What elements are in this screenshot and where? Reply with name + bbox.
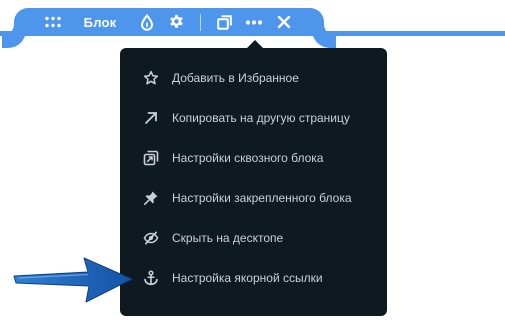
grid-dots-icon[interactable] — [42, 10, 64, 34]
anchor-icon — [143, 270, 159, 286]
block-settings-button[interactable]: Блок — [80, 10, 120, 34]
block-more-menu: Добавить в Избранное Копировать на другу… — [120, 48, 387, 316]
star-icon — [143, 70, 159, 86]
toolbar-divider — [200, 14, 201, 31]
menu-item-label: Настройки сквозного блока — [172, 151, 324, 165]
through-block-icon — [143, 150, 159, 166]
menu-item-hide-on-desktop[interactable]: Скрыть на десктопе — [120, 220, 387, 256]
menu-item-label: Скрыть на десктопе — [172, 231, 284, 245]
menu-item-label: Настройка якорной ссылки — [172, 271, 323, 285]
duplicate-icon[interactable] — [214, 10, 234, 34]
page-canvas: Блок Добавить в Избранное Копировать на … — [0, 0, 505, 324]
eye-hidden-icon — [143, 230, 159, 246]
gear-icon[interactable] — [166, 10, 186, 34]
menu-item-label: Копировать на другую страницу — [172, 111, 350, 125]
menu-item-add-to-favorites[interactable]: Добавить в Избранное — [120, 60, 387, 96]
drop-icon[interactable] — [138, 10, 156, 34]
menu-item-label: Настройки закрепленного блока — [172, 191, 352, 205]
close-icon[interactable] — [274, 10, 294, 34]
block-label: Блок — [83, 14, 117, 30]
menu-item-through-block-settings[interactable]: Настройки сквозного блока — [120, 140, 387, 176]
more-dots-icon[interactable] — [243, 10, 265, 34]
menu-item-pinned-block-settings[interactable]: Настройки закрепленного блока — [120, 180, 387, 216]
arrow-up-right-icon — [143, 110, 159, 126]
pointer-arrow-icon — [13, 257, 133, 303]
block-toolbar: Блок — [14, 8, 324, 36]
pin-icon — [143, 190, 159, 206]
menu-item-copy-to-page[interactable]: Копировать на другую страницу — [120, 100, 387, 136]
menu-item-label: Добавить в Избранное — [172, 71, 299, 85]
menu-item-anchor-link-settings[interactable]: Настройка якорной ссылки — [120, 260, 387, 296]
